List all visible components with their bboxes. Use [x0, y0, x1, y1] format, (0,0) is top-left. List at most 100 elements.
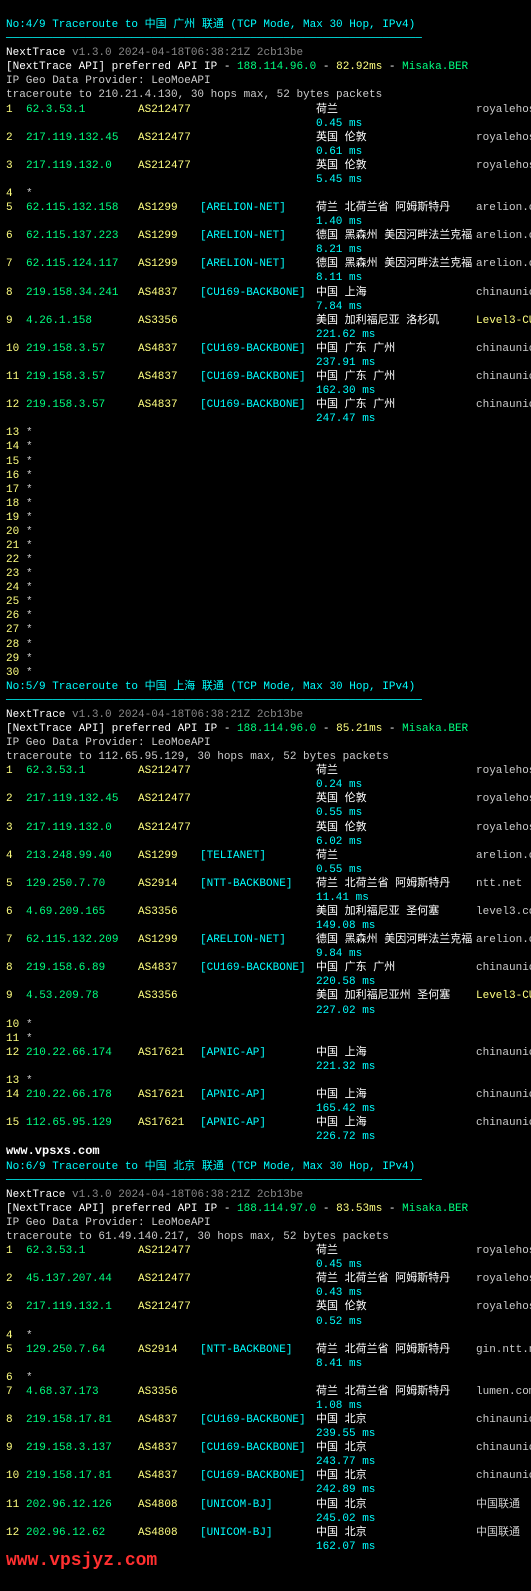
preferred-ip-line: [NextTrace API] preferred API IP - 188.1…: [6, 722, 525, 736]
hop-latency: 237.91 ms: [6, 356, 525, 370]
hop-row: 94.26.1.158AS3356美国 加利福尼亚 洛杉矶Level3-CU-P…: [6, 314, 525, 328]
hop-latency: 8.21 ms: [6, 243, 525, 257]
traceroute-line: traceroute to 210.21.4.130, 30 hops max,…: [6, 88, 525, 102]
preferred-ip-line: [NextTrace API] preferred API IP - 188.1…: [6, 60, 525, 74]
hop-row: 14210.22.66.178AS17621[APNIC-AP]中国 上海chi…: [6, 1088, 525, 1102]
hop-row: 8219.158.34.241AS4837[CU169-BACKBONE]中国 …: [6, 286, 525, 300]
hop-row: 12219.158.3.57AS4837[CU169-BACKBONE]中国 广…: [6, 398, 525, 412]
hop-row: 3217.119.132.1AS212477英国 伦敦royalehosting…: [6, 1300, 525, 1314]
hop-row: 17*: [6, 483, 525, 497]
hop-row: 15112.65.95.129AS17621[APNIC-AP]中国 上海chi…: [6, 1116, 525, 1130]
hop-latency: 8.11 ms: [6, 271, 525, 285]
hop-row: 64.69.209.165AS3356美国 加利福尼亚 圣何塞level3.co…: [6, 905, 525, 919]
hop-row: 8219.158.17.81AS4837[CU169-BACKBONE]中国 北…: [6, 1413, 525, 1427]
hop-row: 15*: [6, 455, 525, 469]
hop-row: 11219.158.3.57AS4837[CU169-BACKBONE]中国 广…: [6, 370, 525, 384]
trace-title: No:4/9 Traceroute to 中国 广州 联通 (TCP Mode,…: [6, 18, 525, 32]
hop-row: 10219.158.3.57AS4837[CU169-BACKBONE]中国 广…: [6, 342, 525, 356]
hop-latency: 0.61 ms: [6, 145, 525, 159]
hop-row: 662.115.137.223AS1299[ARELION-NET]德国 黑森州…: [6, 229, 525, 243]
hop-row: 12210.22.66.174AS17621[APNIC-AP]中国 上海chi…: [6, 1046, 525, 1060]
hop-latency: 11.41 ms: [6, 891, 525, 905]
hop-latency: 165.42 ms: [6, 1102, 525, 1116]
hop-row: 245.137.207.44AS212477荷兰 北荷兰省 阿姆斯特丹royal…: [6, 1272, 525, 1286]
hop-row: 10*: [6, 1018, 525, 1032]
hop-latency: 247.47 ms: [6, 412, 525, 426]
hop-row: 27*: [6, 623, 525, 637]
hop-row: 10219.158.17.81AS4837[CU169-BACKBONE]中国 …: [6, 1469, 525, 1483]
hop-row: 6*: [6, 1371, 525, 1385]
hop-row: 11202.96.12.126AS4808[UNICOM-BJ]中国 北京中国联…: [6, 1498, 525, 1512]
hop-latency: 245.02 ms: [6, 1512, 525, 1526]
hop-latency: 5.45 ms: [6, 173, 525, 187]
hop-row: 21*: [6, 539, 525, 553]
trace-title: No:5/9 Traceroute to 中国 上海 联通 (TCP Mode,…: [6, 680, 525, 694]
terminal-output: No:4/9 Traceroute to 中国 广州 联通 (TCP Mode,…: [0, 0, 531, 1591]
hop-latency: 0.52 ms: [6, 1315, 525, 1329]
hop-latency: 149.08 ms: [6, 919, 525, 933]
hop-row: 162.3.53.1AS212477荷兰royalehosting.net: [6, 764, 525, 778]
nexttrace-line: NextTrace v1.3.0 2024-04-18T06:38:21Z 2c…: [6, 46, 525, 60]
hop-row: 162.3.53.1AS212477荷兰royalehosting.net: [6, 103, 525, 117]
hop-row: 14*: [6, 440, 525, 454]
hop-row: 562.115.132.158AS1299[ARELION-NET]荷兰 北荷兰…: [6, 201, 525, 215]
hop-latency: 242.89 ms: [6, 1483, 525, 1497]
hop-row: 762.115.132.209AS1299[ARELION-NET]德国 黑森州…: [6, 933, 525, 947]
hop-latency: 7.84 ms: [6, 300, 525, 314]
hop-row: 13*: [6, 426, 525, 440]
geo-line: IP Geo Data Provider: LeoMoeAPI: [6, 74, 525, 88]
trace-sep: ────────────────────────────────────────…: [6, 694, 525, 708]
hop-row: 762.115.124.117AS1299[ARELION-NET]德国 黑森州…: [6, 257, 525, 271]
hop-row: 25*: [6, 595, 525, 609]
hop-row: 24*: [6, 581, 525, 595]
hop-row: 22*: [6, 553, 525, 567]
hop-row: 3217.119.132.0AS212477英国 伦敦royalehosting…: [6, 821, 525, 835]
hop-latency: 0.55 ms: [6, 863, 525, 877]
hop-row: 29*: [6, 652, 525, 666]
hop-row: 5129.250.7.64AS2914[NTT-BACKBONE]荷兰 北荷兰省…: [6, 1343, 525, 1357]
traceroute-line: traceroute to 61.49.140.217, 30 hops max…: [6, 1230, 525, 1244]
hop-row: 2217.119.132.45AS212477英国 伦敦royalehostin…: [6, 131, 525, 145]
hop-latency: 0.45 ms: [6, 1258, 525, 1272]
hop-row: 30*: [6, 666, 525, 680]
hop-row: 8219.158.6.89AS4837[CU169-BACKBONE]中国 广东…: [6, 961, 525, 975]
hop-row: 9219.158.3.137AS4837[CU169-BACKBONE]中国 北…: [6, 1441, 525, 1455]
hop-row: 26*: [6, 609, 525, 623]
hop-latency: 0.24 ms: [6, 778, 525, 792]
hop-row: 28*: [6, 638, 525, 652]
hop-latency: 221.62 ms: [6, 328, 525, 342]
hop-row: 4*: [6, 187, 525, 201]
hop-latency: 9.84 ms: [6, 947, 525, 961]
nexttrace-line: NextTrace v1.3.0 2024-04-18T06:38:21Z 2c…: [6, 708, 525, 722]
hop-latency: 221.32 ms: [6, 1060, 525, 1074]
geo-line: IP Geo Data Provider: LeoMoeAPI: [6, 736, 525, 750]
hop-row: 19*: [6, 511, 525, 525]
trace-sep: ────────────────────────────────────────…: [6, 1174, 525, 1188]
hop-latency: 220.58 ms: [6, 975, 525, 989]
hop-latency: 243.77 ms: [6, 1455, 525, 1469]
hop-latency: 162.30 ms: [6, 384, 525, 398]
hop-latency: 227.02 ms: [6, 1004, 525, 1018]
hop-row: 162.3.53.1AS212477荷兰royalehosting.net: [6, 1244, 525, 1258]
hop-row: 11*: [6, 1032, 525, 1046]
hop-row: 5129.250.7.70AS2914[NTT-BACKBONE]荷兰 北荷兰省…: [6, 877, 525, 891]
geo-line: IP Geo Data Provider: LeoMoeAPI: [6, 1216, 525, 1230]
hop-row: 4*: [6, 1329, 525, 1343]
nexttrace-line: NextTrace v1.3.0 2024-04-18T06:38:21Z 2c…: [6, 1188, 525, 1202]
hop-row: 74.68.37.173AS3356荷兰 北荷兰省 阿姆斯特丹lumen.com: [6, 1385, 525, 1399]
hop-row: 23*: [6, 567, 525, 581]
trace-title: No:6/9 Traceroute to 中国 北京 联通 (TCP Mode,…: [6, 1160, 525, 1174]
hop-row: 2217.119.132.45AS212477英国 伦敦royalehostin…: [6, 792, 525, 806]
hop-row: 12202.96.12.62AS4808[UNICOM-BJ]中国 北京中国联通…: [6, 1526, 525, 1540]
trace-sep: ────────────────────────────────────────…: [6, 32, 525, 46]
hop-row: 94.53.209.78AS3356美国 加利福尼亚州 圣何塞Level3-CU…: [6, 989, 525, 1003]
hop-row: 20*: [6, 525, 525, 539]
hop-row: 16*: [6, 469, 525, 483]
hop-latency: 0.43 ms: [6, 1286, 525, 1300]
hop-row: 13*: [6, 1074, 525, 1088]
hop-row: 4213.248.99.40AS1299[TELIANET]荷兰arelion.…: [6, 849, 525, 863]
hop-latency: 1.40 ms: [6, 215, 525, 229]
watermark: www.vpsxs.com: [6, 1144, 525, 1159]
hop-latency: 0.45 ms: [6, 117, 525, 131]
traceroute-line: traceroute to 112.65.95.129, 30 hops max…: [6, 750, 525, 764]
